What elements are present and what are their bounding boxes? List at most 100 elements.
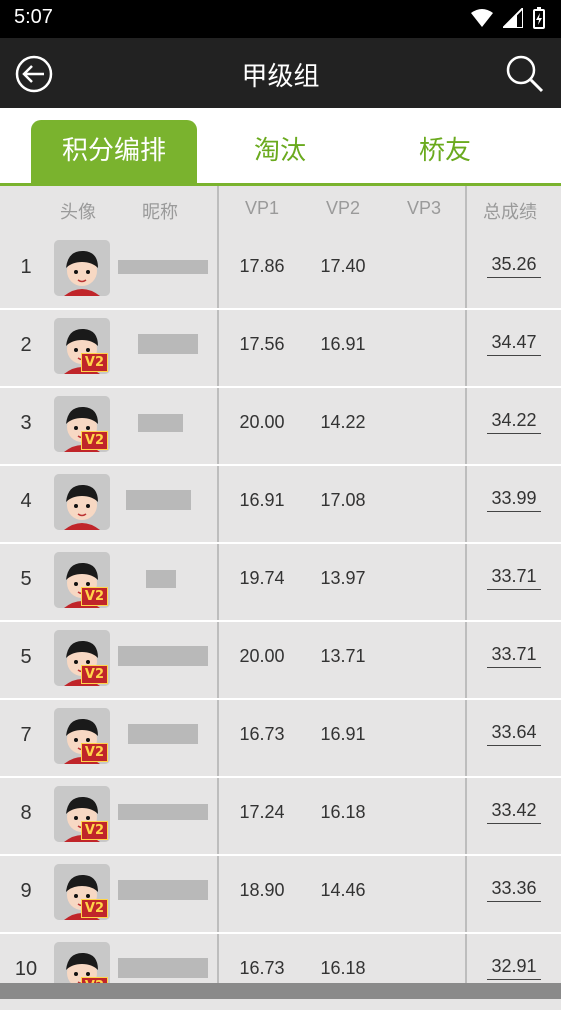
status-time: 5:07 [14,6,53,28]
page-title: 甲级组 [241,62,320,92]
col-vp3: VP3 [407,198,442,218]
nickname-blurred [118,252,208,282]
table-row[interactable]: 1 17.86 17.40 35.26 [0,232,561,308]
nickname-blurred [118,408,208,438]
vp2-value: 16.18 [320,802,366,822]
vp1-value: 19.74 [239,568,285,588]
vip-badge: V2 [80,899,108,918]
col-vp1: VP1 [245,198,280,218]
rank-label: 5 [20,646,32,668]
avatar[interactable] [54,240,110,296]
pixelated-name [138,414,183,432]
nickname-blurred [118,564,208,594]
vip-badge: V2 [80,353,108,372]
table-header: 头像 昵称 VP1 VP2 VP3 总成绩 [0,186,561,232]
nickname-blurred [118,330,208,360]
rank-label: 7 [20,724,32,746]
player-avatar-icon [54,240,110,296]
rank-label: 10 [14,958,38,980]
vp1-value: 16.73 [239,724,285,744]
total-score-link[interactable]: 35.26 [487,254,541,278]
col-vp2: VP2 [326,198,361,218]
total-score-link[interactable]: 33.71 [487,566,541,590]
status-icons [471,7,545,29]
table-row[interactable]: 7 V2 16.73 16.91 33.64 [0,700,561,776]
total-score-link[interactable]: 34.47 [487,332,541,356]
pixelated-name [138,334,198,354]
rank-label: 8 [20,802,32,824]
pixelated-name [126,490,191,510]
nickname-blurred [118,876,208,906]
rank-label: 3 [20,412,32,434]
vip-badge: V2 [80,743,108,762]
avatar[interactable]: V2 [54,630,110,686]
vp1-value: 16.91 [239,490,285,510]
player-avatar-icon [54,474,110,530]
vp1-value: 18.90 [239,880,285,900]
search-icon[interactable] [505,54,545,94]
pixelated-name [118,958,208,978]
total-score-link[interactable]: 33.36 [487,878,541,902]
tab-bridge-friends[interactable]: 桥友 [365,120,525,183]
avatar[interactable]: V2 [54,864,110,920]
pixelated-name [146,570,176,588]
pixelated-name [128,724,198,744]
col-total: 总成绩 [483,202,537,222]
table-row[interactable]: 9 V2 18.90 14.46 33.36 [0,856,561,932]
vp2-value: 16.91 [320,334,366,354]
rank-label: 2 [20,334,32,356]
vp1-value: 20.00 [239,646,285,666]
vp2-value: 17.08 [320,490,366,510]
total-score-link[interactable]: 33.99 [487,488,541,512]
vip-badge: V2 [80,431,108,450]
total-score-link[interactable]: 34.22 [487,410,541,434]
vp2-value: 13.97 [320,568,366,588]
wifi-icon [471,9,493,27]
rank-label: 9 [20,880,32,902]
navigation-bar [0,983,561,999]
vp1-value: 17.86 [239,256,285,276]
table-row[interactable]: 3 V2 20.00 14.22 34.22 [0,388,561,464]
nickname-blurred [118,486,208,516]
pixelated-name [118,880,208,900]
vp2-value: 16.18 [320,958,366,978]
avatar[interactable]: V2 [54,708,110,764]
table-row[interactable]: 5 V2 20.00 13.71 33.71 [0,622,561,698]
total-score-link[interactable]: 33.71 [487,644,541,668]
vip-badge: V2 [80,665,108,684]
nickname-blurred [118,720,208,750]
col-avatar: 头像 [60,202,96,222]
vp2-value: 17.40 [320,256,366,276]
vp2-value: 16.91 [320,724,366,744]
status-bar: 5:07 [0,0,561,38]
table-row[interactable]: 5 V2 19.74 13.97 33.71 [0,544,561,620]
avatar[interactable]: V2 [54,396,110,452]
rank-label: 4 [20,490,32,512]
total-score-link[interactable]: 33.42 [487,800,541,824]
tab-points-schedule[interactable]: 积分编排 [31,120,197,183]
pixelated-name [118,646,208,666]
total-score-link[interactable]: 32.91 [487,956,541,980]
vp1-value: 17.24 [239,802,285,822]
table-row[interactable]: 8 V2 17.24 16.18 33.42 [0,778,561,854]
col-nickname: 昵称 [142,202,178,222]
nickname-blurred [118,954,208,984]
nickname-blurred [118,798,208,828]
avatar[interactable]: V2 [54,552,110,608]
tab-knockout[interactable]: 淘汰 [200,120,360,183]
signal-icon [503,8,523,28]
pixelated-name [118,260,208,274]
vp2-value: 14.22 [320,412,366,432]
vp1-value: 16.73 [239,958,285,978]
vp2-value: 13.71 [320,646,366,666]
avatar[interactable] [54,474,110,530]
avatar[interactable]: V2 [54,786,110,842]
avatar[interactable]: V2 [54,318,110,374]
vp1-value: 20.00 [239,412,285,432]
table-row[interactable]: 2 V2 17.56 16.91 34.47 [0,310,561,386]
battery-icon [533,7,545,29]
rank-label: 1 [20,256,32,278]
total-score-link[interactable]: 33.64 [487,722,541,746]
table-row[interactable]: 4 16.91 17.08 33.99 [0,466,561,542]
vp1-value: 17.56 [239,334,285,354]
